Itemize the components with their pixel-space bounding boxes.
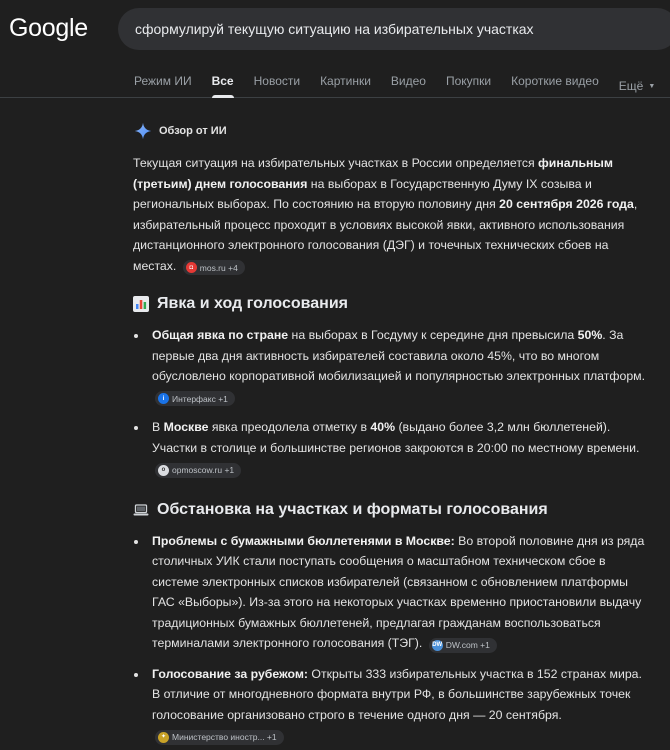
source-chip-label: mos.ru +4	[199, 262, 238, 273]
turnout-list: Общая явка по стране на выборах в Госдум…	[133, 325, 653, 479]
section-heading-polling-stations: Обстановка на участках и форматы голосов…	[133, 499, 653, 521]
overview-title: Обзор от ИИ	[159, 125, 227, 137]
item-text: на выборах в Госдуму к середине дня прев…	[288, 328, 578, 342]
section-title: Обстановка на участках и форматы голосов…	[157, 500, 548, 518]
bar-chart-icon	[133, 296, 149, 312]
polling-list: Проблемы с бумажными бюллетенями в Москв…	[133, 531, 653, 746]
mid-favicon-icon: ✦	[158, 731, 169, 743]
section-heading-turnout: Явка и ход голосования	[133, 293, 653, 315]
laptop-icon	[133, 503, 149, 515]
section-title: Явка и ход голосования	[157, 295, 349, 312]
interfax-favicon-icon: i	[158, 393, 169, 405]
search-input[interactable]	[135, 21, 670, 37]
list-item: Проблемы с бумажными бюллетенями в Москв…	[133, 531, 653, 654]
dw-favicon-icon: DW	[431, 639, 443, 651]
source-chip-mid[interactable]: ✦ Министерство иностр... +1	[155, 729, 284, 745]
source-chip-label: Министерство иностр... +1	[172, 732, 277, 742]
tab-shopping[interactable]: Покупки	[446, 68, 491, 98]
item-bold: 50%	[577, 328, 603, 342]
tab-short-videos[interactable]: Короткие видео	[511, 68, 599, 98]
ai-overview: Обзор от ИИ Текущая ситуация на избирате…	[133, 120, 653, 750]
source-chip-label: opmoscow.ru +1	[172, 465, 235, 475]
item-text: явка преодолела отметку в	[208, 420, 371, 434]
search-tabs: Режим ИИ Все Новости Картинки Видео Поку…	[124, 68, 665, 98]
source-chip-mos[interactable]: ◘ mos.ru +4	[182, 260, 245, 276]
source-chip-label: DW.com +1	[445, 640, 490, 650]
tab-all[interactable]: Все	[211, 68, 234, 98]
google-logo[interactable]: Google	[9, 14, 88, 43]
intro-text-1: Текущая ситуация на избирательных участк…	[133, 156, 539, 170]
item-bold: Общая явка по стране	[152, 328, 289, 342]
source-chip-opmoscow[interactable]: o opmoscow.ru +1	[155, 462, 242, 478]
item-bold: Проблемы с бумажными бюллетенями в Москв…	[152, 533, 455, 548]
top-bar: Google Режим ИИ Все Новости Картинки Вид…	[0, 0, 670, 98]
item-bold: Москве	[163, 420, 209, 434]
overview-intro: Текущая ситуация на избирательных участк…	[133, 153, 653, 276]
list-item: Голосование за рубежом: Открыты 333 изби…	[133, 664, 653, 746]
gemini-sparkle-icon	[134, 122, 152, 140]
tab-images[interactable]: Картинки	[320, 68, 371, 98]
tab-news[interactable]: Новости	[254, 68, 300, 98]
source-chip-dw[interactable]: DW DW.com +1	[428, 637, 497, 653]
item-bold: Голосование за рубежом:	[152, 666, 309, 681]
item-bold: 40%	[370, 420, 396, 434]
item-text: В	[152, 420, 164, 434]
source-chip-interfax[interactable]: i Интерфакс +1	[155, 391, 235, 407]
tab-videos[interactable]: Видео	[391, 68, 426, 98]
search-box[interactable]	[118, 8, 670, 50]
item-text: Во второй половине дня из ряда столичных…	[152, 533, 645, 651]
list-item: Общая явка по стране на выборах в Госдум…	[133, 325, 653, 407]
tab-more[interactable]: Ещё ▼	[619, 68, 656, 98]
overview-header: Обзор от ИИ	[133, 120, 653, 142]
tab-more-label: Ещё	[618, 79, 644, 93]
source-chip-label: Интерфакс +1	[172, 393, 228, 404]
opmoscow-favicon-icon: o	[158, 464, 169, 476]
list-item: В Москве явка преодолела отметку в 40% (…	[133, 417, 653, 479]
intro-bold-2: 20 сентября 2026 года	[499, 197, 634, 211]
mos-favicon-icon: ◘	[185, 262, 197, 274]
dropdown-caret-icon: ▼	[648, 82, 656, 90]
tab-ai-mode[interactable]: Режим ИИ	[134, 68, 192, 98]
